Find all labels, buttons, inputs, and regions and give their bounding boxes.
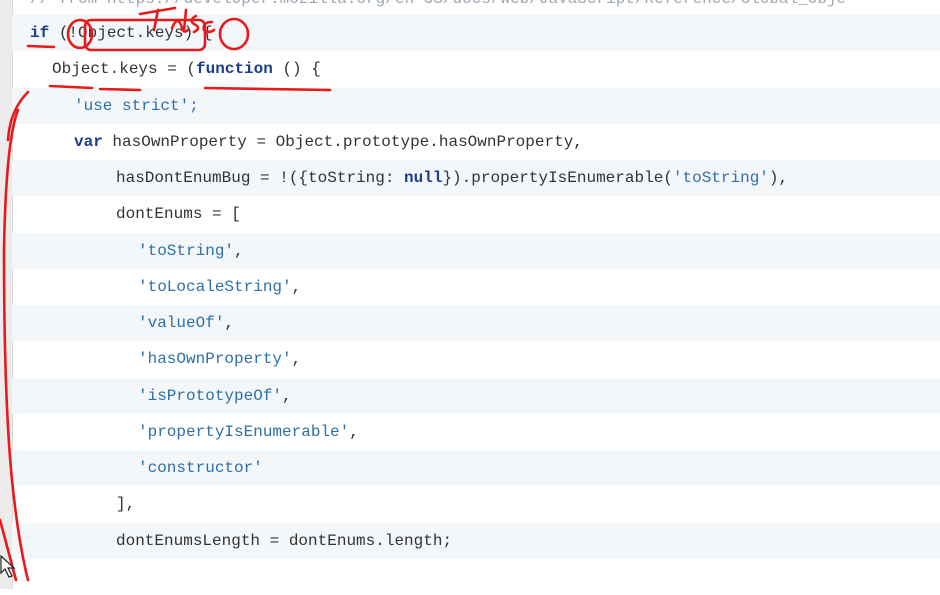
code-line-use-strict: 'use strict'; bbox=[12, 87, 940, 124]
dontenumbug-mid: }).propertyIsEnumerable( bbox=[442, 169, 673, 187]
dontenumbug-post: ), bbox=[768, 169, 789, 187]
assign-lhs: Object.keys = ( bbox=[52, 60, 197, 79]
array-item-sep: , bbox=[349, 422, 359, 441]
open-brace: { bbox=[193, 24, 213, 42]
array-item-sep: , bbox=[224, 314, 235, 332]
comment-text: // from https://developer.mozilla.org/en… bbox=[30, 0, 846, 8]
array-item-sep: , bbox=[291, 277, 302, 296]
code-line-array-item: 'toLocaleString', bbox=[12, 269, 940, 305]
array-item-string: 'toString' bbox=[138, 241, 235, 260]
code-line-dontenums-open: dontEnums = [ bbox=[12, 196, 940, 232]
array-item-string: 'isPrototypeOf' bbox=[138, 386, 283, 405]
array-item-sep: , bbox=[234, 241, 244, 260]
array-item-string: 'valueOf' bbox=[138, 314, 225, 332]
code-line-dontenums-close: ], bbox=[12, 486, 940, 522]
dontenumslength-text: dontEnumsLength = dontEnums.length; bbox=[116, 531, 453, 550]
code-view[interactable]: // from https://developer.mozilla.org/en… bbox=[12, 0, 940, 595]
use-strict-string: 'use strict'; bbox=[74, 96, 199, 115]
code-line-array-item: 'propertyIsEnumerable', bbox=[12, 414, 940, 450]
array-item-string: 'hasOwnProperty' bbox=[138, 350, 292, 369]
keyword-var: var bbox=[74, 132, 103, 151]
dontenums-open: dontEnums = [ bbox=[116, 205, 241, 224]
var-decl: hasOwnProperty = Object.prototype.hasOwn… bbox=[102, 132, 583, 151]
keyword-if: if bbox=[30, 24, 50, 42]
code-line-if: if (!Object.keys) { bbox=[12, 15, 940, 52]
code-line-array-item: 'hasOwnProperty', bbox=[12, 341, 940, 377]
dontenums-close: ], bbox=[116, 495, 136, 514]
code-line-array-item: 'isPrototypeOf', bbox=[12, 377, 940, 414]
tostring-string: 'toString' bbox=[672, 169, 769, 187]
function-sig: () { bbox=[272, 60, 321, 79]
code-line-array-item: 'constructor' bbox=[12, 450, 940, 487]
code-line-comment: // from https://developer.mozilla.org/en… bbox=[12, 0, 940, 15]
if-condition: (!Object.keys) bbox=[58, 24, 194, 42]
code-line-array-item: 'valueOf', bbox=[12, 305, 940, 342]
array-item-sep: , bbox=[291, 350, 302, 369]
code-line-var: var hasOwnProperty = Object.prototype.ha… bbox=[12, 124, 940, 160]
code-line-dontenumslength: dontEnumsLength = dontEnums.length; bbox=[12, 522, 940, 559]
code-line-dontenumbug: hasDontEnumBug = !({toString: null}).pro… bbox=[12, 160, 940, 197]
code-line-assign-keys: Object.keys = (function () { bbox=[12, 51, 940, 87]
array-item-sep: , bbox=[282, 386, 292, 405]
dontenumbug-pre: hasDontEnumBug = !({toString: bbox=[116, 169, 405, 187]
array-item-string: 'constructor' bbox=[138, 459, 263, 477]
keyword-null: null bbox=[404, 169, 443, 187]
array-item-string: 'toLocaleString' bbox=[138, 277, 292, 296]
code-line-array-item: 'toString', bbox=[12, 232, 940, 269]
array-item-string: 'propertyIsEnumerable' bbox=[138, 422, 350, 441]
mouse-pointer-icon bbox=[0, 555, 16, 578]
keyword-function: function bbox=[196, 60, 273, 79]
